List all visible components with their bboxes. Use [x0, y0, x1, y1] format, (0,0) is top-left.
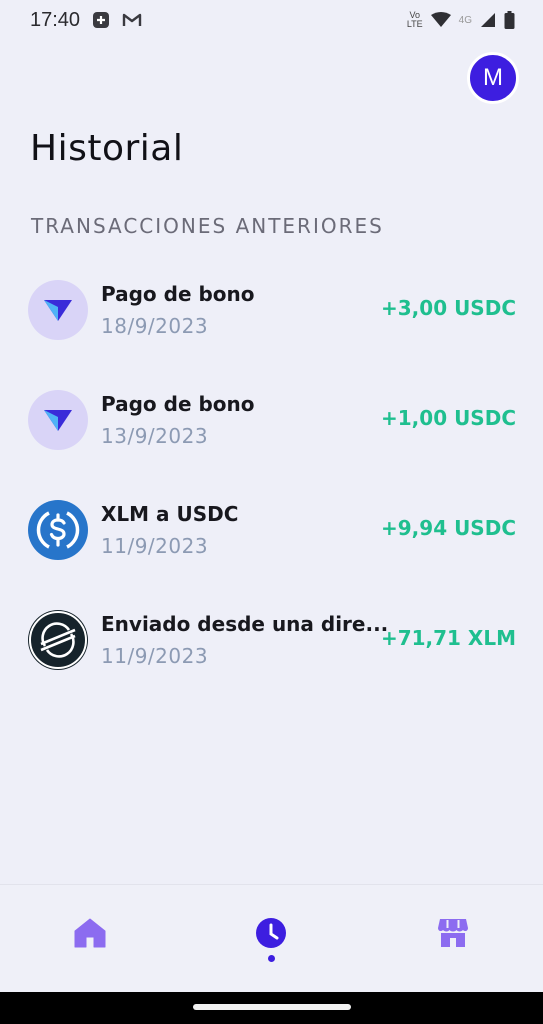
- transaction-amount: +1,00 USDC: [381, 406, 516, 430]
- profile-avatar[interactable]: M: [467, 52, 519, 104]
- nav-history-button[interactable]: [251, 915, 291, 955]
- bonus-arrow-icon: [28, 390, 88, 450]
- transaction-date: 11/9/2023: [101, 534, 209, 558]
- store-icon: [437, 917, 469, 953]
- nav-store-button[interactable]: [433, 915, 473, 955]
- section-label: TRANSACCIONES ANTERIORES: [31, 214, 384, 238]
- volte-icon: Vo LTE: [406, 10, 423, 29]
- signal-icon: [480, 12, 496, 28]
- system-navigation-bar: [0, 992, 543, 1024]
- transaction-title: XLM a USDC: [101, 502, 239, 526]
- transaction-date: 13/9/2023: [101, 424, 209, 448]
- network-type: 4G: [458, 14, 472, 26]
- usdc-coin-icon: [28, 500, 88, 560]
- status-bar: 17:40 Vo LTE 4G: [0, 0, 543, 40]
- avatar-initial: M: [483, 64, 503, 91]
- wifi-icon: [430, 12, 451, 28]
- transaction-amount: +71,71 XLM: [380, 626, 516, 650]
- transaction-row[interactable]: Pago de bono 13/9/2023 +1,00 USDC: [28, 390, 516, 460]
- transaction-amount: +9,94 USDC: [381, 516, 516, 540]
- transaction-date: 18/9/2023: [101, 314, 209, 338]
- transaction-date: 11/9/2023: [101, 644, 209, 668]
- notification-plus-icon: [92, 11, 110, 29]
- stellar-xlm-icon: [28, 610, 88, 670]
- home-icon: [74, 918, 106, 952]
- bottom-navigation: [0, 884, 543, 992]
- battery-icon: [504, 11, 515, 29]
- transaction-row[interactable]: Enviado desde una dire... 11/9/2023 +71,…: [28, 610, 516, 680]
- transaction-amount: +3,00 USDC: [381, 296, 516, 320]
- gmail-icon: [122, 12, 142, 28]
- home-gesture-pill[interactable]: [193, 1004, 351, 1010]
- history-clock-icon: [255, 917, 287, 953]
- status-time: 17:40: [30, 8, 81, 31]
- page-title: Historial: [30, 128, 184, 169]
- transaction-title: Pago de bono: [101, 282, 255, 306]
- transaction-title: Enviado desde una dire...: [101, 612, 389, 636]
- bonus-arrow-icon: [28, 280, 88, 340]
- active-indicator-dot: [268, 955, 275, 962]
- transaction-row[interactable]: Pago de bono 18/9/2023 +3,00 USDC: [28, 280, 516, 350]
- transaction-row[interactable]: XLM a USDC 11/9/2023 +9,94 USDC: [28, 500, 516, 570]
- transaction-title: Pago de bono: [101, 392, 255, 416]
- nav-home-button[interactable]: [70, 915, 110, 955]
